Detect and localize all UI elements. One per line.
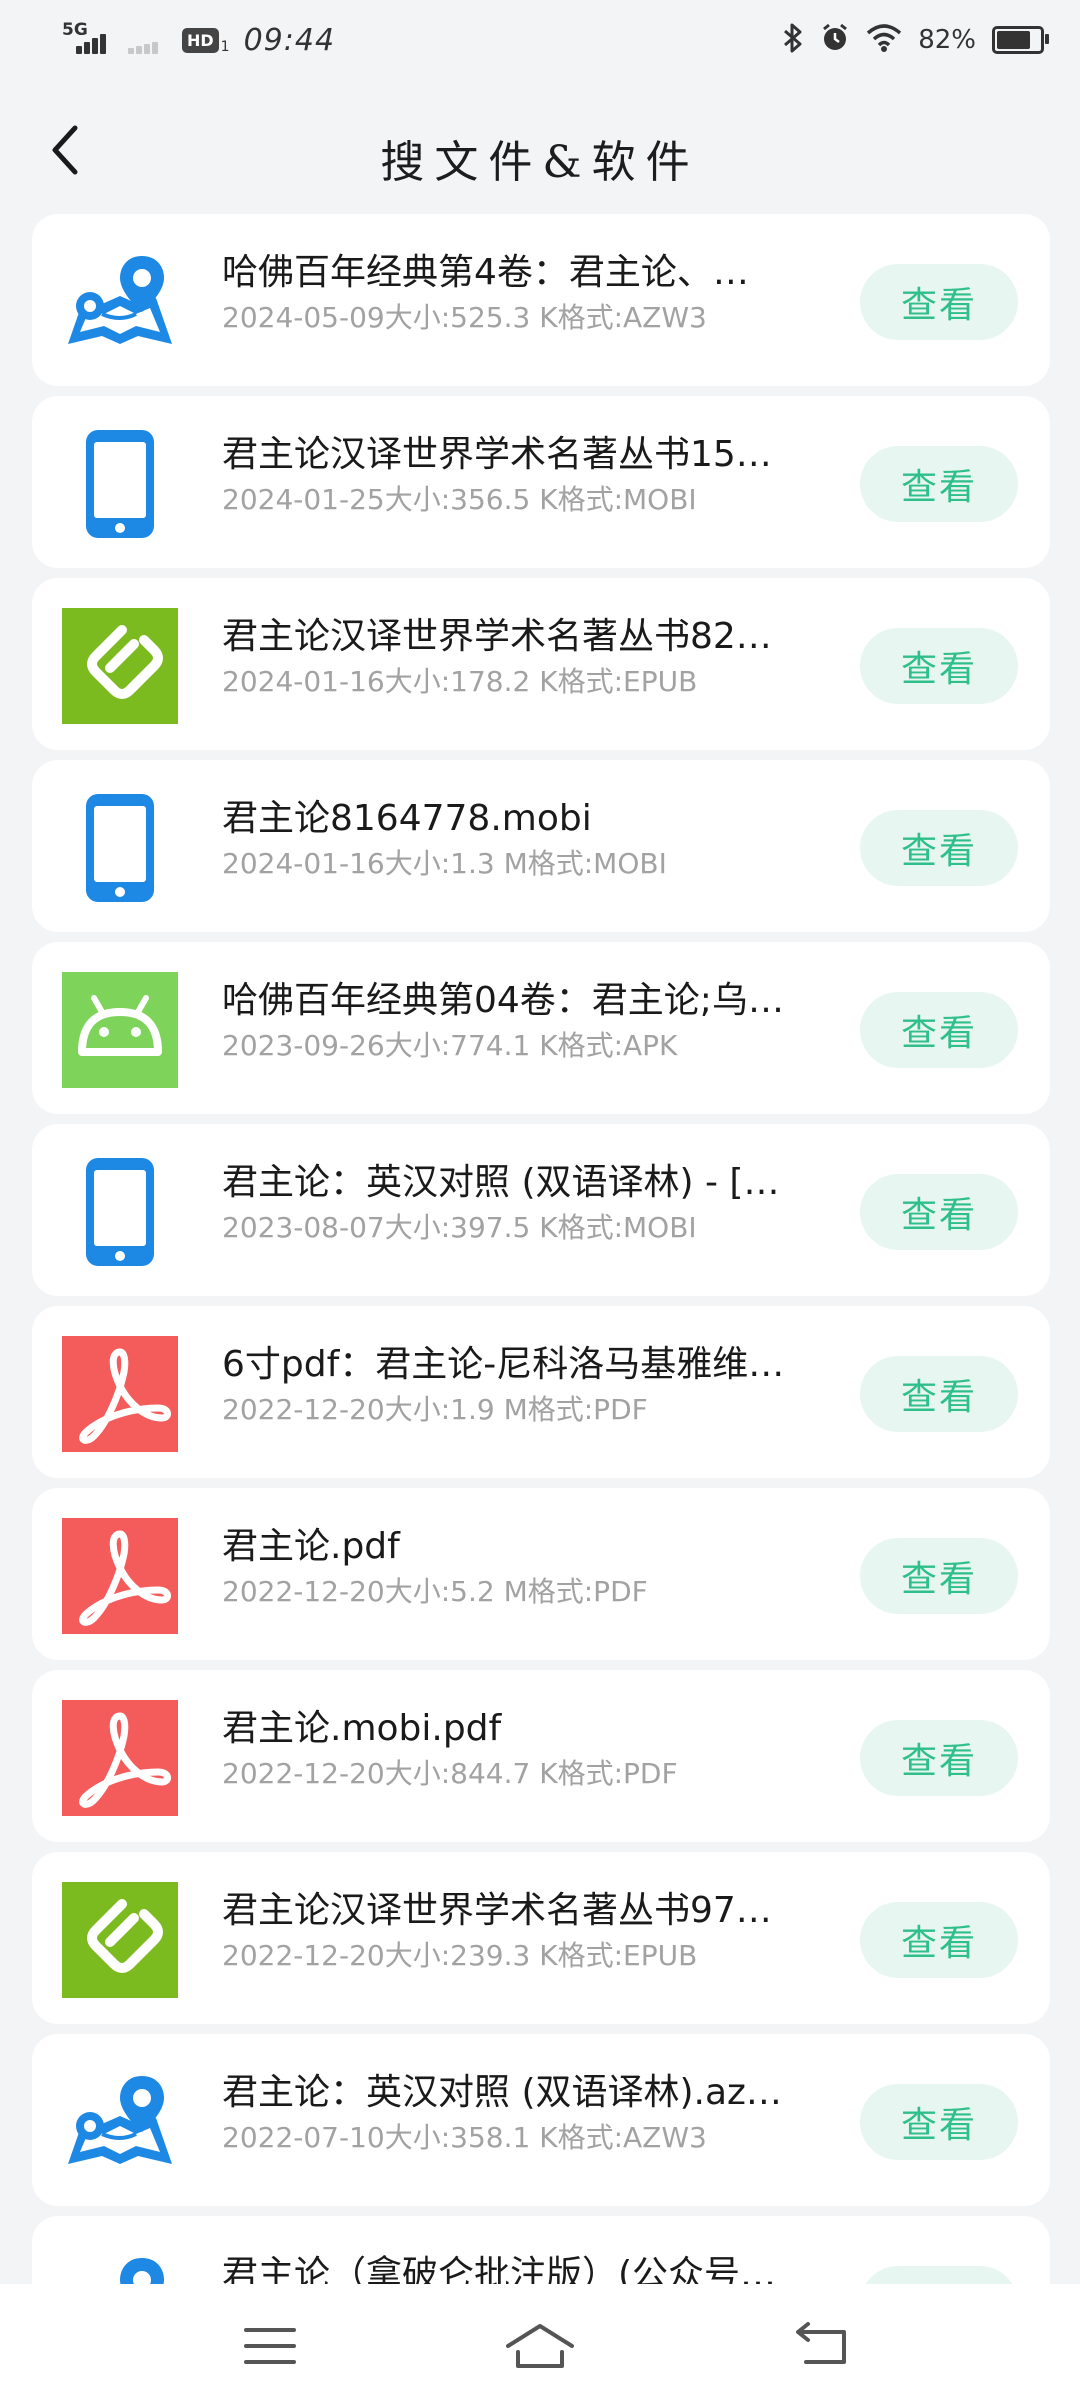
file-info: 君主论.pdf 2022-12-20大小:5.2 M格式:PDF: [222, 1524, 862, 1610]
view-button[interactable]: 查看: [860, 1538, 1018, 1614]
file-info: 君主论.mobi.pdf 2022-12-20大小:844.7 K格式:PDF: [222, 1706, 862, 1792]
wifi-icon: [866, 23, 902, 57]
view-button[interactable]: 查看: [860, 628, 1018, 704]
file-name: 君主论.pdf: [222, 1526, 400, 1567]
file-name: 君主论：英汉对照 (双语译林) - […: [222, 1162, 780, 1203]
network-type-label: 5G: [62, 20, 88, 40]
file-list-item[interactable]: 君主论8164778.mobi 2024-01-16大小:1.3 M格式:MOBI…: [32, 760, 1050, 932]
file-list-item[interactable]: 君主论汉译世界学术名著丛书15… 2024-01-25大小:356.5 K格式:M…: [32, 396, 1050, 568]
file-list-item[interactable]: 哈佛百年经典第04卷：君主论;乌… 2023-09-26大小:774.1 K格式:…: [32, 942, 1050, 1114]
map-pin-icon: [62, 244, 178, 360]
file-meta: 2024-01-16大小:178.2 K格式:EPUB: [222, 665, 698, 698]
view-button[interactable]: 查看: [860, 2266, 1018, 2284]
menu-icon: [244, 2328, 296, 2364]
file-info: 君主论8164778.mobi 2024-01-16大小:1.3 M格式:MOBI: [222, 796, 862, 882]
file-info: 君主论：英汉对照 (双语译林).az… 2022-07-10大小:358.1 K格…: [222, 2070, 862, 2156]
menu-button[interactable]: [210, 2304, 330, 2388]
battery-percent: 82%: [918, 25, 976, 55]
view-button[interactable]: 查看: [860, 1720, 1018, 1796]
home-icon: [506, 2324, 574, 2368]
phone-icon: [62, 790, 178, 906]
view-button[interactable]: 查看: [860, 810, 1018, 886]
file-meta: 2022-12-20大小:844.7 K格式:PDF: [222, 1757, 678, 1790]
file-list-item[interactable]: 君主论.pdf 2022-12-20大小:5.2 M格式:PDF 查看: [32, 1488, 1050, 1660]
file-meta: 2022-12-20大小:239.3 K格式:EPUB: [222, 1939, 698, 1972]
file-name: 君主论（拿破仑批注版）(公众号…: [222, 2254, 777, 2284]
file-info: 君主论（拿破仑批注版）(公众号…: [222, 2252, 862, 2284]
signal-icon: 5G: [62, 20, 108, 60]
epub-icon: [62, 1882, 178, 1998]
page-title: 搜文件&软件: [380, 137, 700, 188]
view-button[interactable]: 查看: [860, 446, 1018, 522]
file-list-item[interactable]: 君主论：英汉对照 (双语译林) - [… 2023-08-07大小:397.5 K…: [32, 1124, 1050, 1296]
signal-2-icon: [122, 20, 168, 60]
home-button[interactable]: [480, 2304, 600, 2388]
pdf-icon: [62, 1518, 178, 1634]
status-right: 82%: [782, 18, 1049, 62]
status-left: 5G HD 1 09:44: [62, 18, 335, 62]
file-name: 君主论汉译世界学术名著丛书82…: [222, 616, 772, 657]
file-list-item[interactable]: 君主论汉译世界学术名著丛书97… 2022-12-20大小:239.3 K格式:E…: [32, 1852, 1050, 2024]
file-list[interactable]: 哈佛百年经典第4卷：君主论、… 2024-05-09大小:525.3 K格式:AZ…: [32, 214, 1050, 2284]
file-list-item[interactable]: 君主论（拿破仑批注版）(公众号… 查看: [32, 2216, 1050, 2284]
file-info: 君主论汉译世界学术名著丛书97… 2022-12-20大小:239.3 K格式:E…: [222, 1888, 862, 1974]
file-name: 君主论8164778.mobi: [222, 798, 592, 839]
file-meta: 2024-01-25大小:356.5 K格式:MOBI: [222, 483, 697, 516]
file-meta: 2024-01-16大小:1.3 M格式:MOBI: [222, 847, 667, 880]
system-nav-bar: [0, 2284, 1080, 2408]
file-meta: 2022-07-10大小:358.1 K格式:AZW3: [222, 2121, 707, 2154]
view-button[interactable]: 查看: [860, 1902, 1018, 1978]
view-button[interactable]: 查看: [860, 1174, 1018, 1250]
file-info: 君主论汉译世界学术名著丛书15… 2024-01-25大小:356.5 K格式:M…: [222, 432, 862, 518]
file-list-item[interactable]: 君主论.mobi.pdf 2022-12-20大小:844.7 K格式:PDF 查看: [32, 1670, 1050, 1842]
battery-icon: [992, 26, 1049, 54]
file-info: 哈佛百年经典第4卷：君主论、… 2024-05-09大小:525.3 K格式:AZ…: [222, 250, 862, 336]
file-name: 哈佛百年经典第4卷：君主论、…: [222, 252, 749, 293]
pdf-icon: [62, 1700, 178, 1816]
file-name: 君主论.mobi.pdf: [222, 1708, 502, 1749]
hd-voice-badge: HD: [182, 27, 219, 53]
file-name: 君主论：英汉对照 (双语译林).az…: [222, 2072, 782, 2113]
bluetooth-icon: [782, 22, 804, 58]
file-meta: 2023-08-07大小:397.5 K格式:MOBI: [222, 1211, 697, 1244]
file-info: 6寸pdf：君主论-尼科洛马基雅维… 2022-12-20大小:1.9 M格式:P…: [222, 1342, 862, 1428]
android-icon: [62, 972, 178, 1088]
file-list-item[interactable]: 6寸pdf：君主论-尼科洛马基雅维… 2022-12-20大小:1.9 M格式:P…: [32, 1306, 1050, 1478]
file-list-item[interactable]: 君主论汉译世界学术名著丛书82… 2024-01-16大小:178.2 K格式:E…: [32, 578, 1050, 750]
file-name: 君主论汉译世界学术名著丛书15…: [222, 434, 772, 475]
phone-icon: [62, 426, 178, 542]
file-name: 6寸pdf：君主论-尼科洛马基雅维…: [222, 1344, 785, 1385]
system-back-button[interactable]: [762, 2304, 882, 2388]
file-info: 哈佛百年经典第04卷：君主论;乌… 2023-09-26大小:774.1 K格式:…: [222, 978, 862, 1064]
file-info: 君主论：英汉对照 (双语译林) - [… 2023-08-07大小:397.5 K…: [222, 1160, 862, 1246]
app-header: 搜文件&软件: [0, 90, 1080, 210]
epub-icon: [62, 608, 178, 724]
view-button[interactable]: 查看: [860, 1356, 1018, 1432]
alarm-icon: [820, 23, 850, 57]
file-name: 君主论汉译世界学术名著丛书97…: [222, 1890, 772, 1931]
view-button[interactable]: 查看: [860, 2084, 1018, 2160]
pdf-icon: [62, 1336, 178, 1452]
status-bar: 5G HD 1 09:44 82%: [0, 0, 1080, 80]
view-button[interactable]: 查看: [860, 992, 1018, 1068]
status-time: 09:44: [243, 22, 336, 58]
file-meta: 2024-05-09大小:525.3 K格式:AZW3: [222, 301, 707, 334]
file-list-item[interactable]: 哈佛百年经典第4卷：君主论、… 2024-05-09大小:525.3 K格式:AZ…: [32, 214, 1050, 386]
file-meta: 2022-12-20大小:5.2 M格式:PDF: [222, 1575, 648, 1608]
phone-icon: [62, 1154, 178, 1270]
view-button[interactable]: 查看: [860, 264, 1018, 340]
file-list-item[interactable]: 君主论：英汉对照 (双语译林).az… 2022-07-10大小:358.1 K格…: [32, 2034, 1050, 2206]
file-meta: 2023-09-26大小:774.1 K格式:APK: [222, 1029, 678, 1062]
file-name: 哈佛百年经典第04卷：君主论;乌…: [222, 980, 784, 1021]
map-pin-icon: [62, 2246, 178, 2284]
back-icon: [796, 2322, 846, 2364]
sim-index: 1: [220, 39, 230, 55]
file-info: 君主论汉译世界学术名著丛书82… 2024-01-16大小:178.2 K格式:E…: [222, 614, 862, 700]
file-meta: 2022-12-20大小:1.9 M格式:PDF: [222, 1393, 648, 1426]
map-pin-icon: [62, 2064, 178, 2180]
